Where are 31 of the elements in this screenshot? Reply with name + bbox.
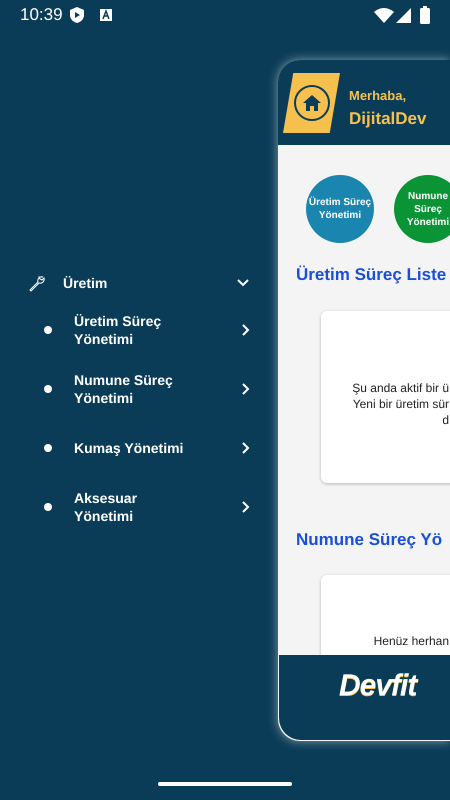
chevron-right-icon[interactable] xyxy=(240,382,250,396)
bullet-icon xyxy=(44,503,52,511)
shortcut-button[interactable]: Numune Süreç Yönetimi xyxy=(394,175,450,243)
bullet-icon xyxy=(44,326,52,334)
status-time: 10:39 xyxy=(20,4,63,26)
message-text: d xyxy=(442,412,449,428)
shield-icon xyxy=(70,7,84,23)
message-text: Yeni bir üretim sür xyxy=(352,396,449,412)
greeting-text: Merhaba, xyxy=(349,87,408,105)
chevron-right-icon[interactable] xyxy=(240,323,250,337)
menu-item[interactable]: Aksesuar Yönetimi xyxy=(74,489,194,525)
section-title: Üretim Süreç Liste xyxy=(296,264,448,286)
user-name: DijitalDev xyxy=(349,108,426,130)
wrench-icon xyxy=(28,274,45,292)
wifi-icon xyxy=(374,8,394,22)
home-icon xyxy=(292,84,330,122)
brand-logo: Devfit xyxy=(339,668,416,704)
shortcut-button[interactable]: Üretim Süreç Yönetimi xyxy=(306,175,374,243)
battery-icon xyxy=(420,6,430,24)
signal-icon xyxy=(396,8,411,22)
section-title: Numune Süreç Yö xyxy=(296,528,444,550)
menu-item[interactable]: Üretim Süreç Yönetimi xyxy=(74,312,194,348)
bullet-icon xyxy=(44,444,52,452)
menu-item[interactable]: Kumaş Yönetimi xyxy=(74,439,194,457)
bullet-icon xyxy=(44,385,52,393)
message-text: Şu anda aktif bir ü xyxy=(352,380,449,396)
menu-item[interactable]: Numune Süreç Yönetimi xyxy=(74,371,194,407)
chevron-right-icon[interactable] xyxy=(240,441,250,455)
menu-group-label[interactable]: Üretim xyxy=(63,272,236,294)
message-text: Henüz herhan xyxy=(374,633,449,649)
chevron-right-icon[interactable] xyxy=(240,500,250,514)
